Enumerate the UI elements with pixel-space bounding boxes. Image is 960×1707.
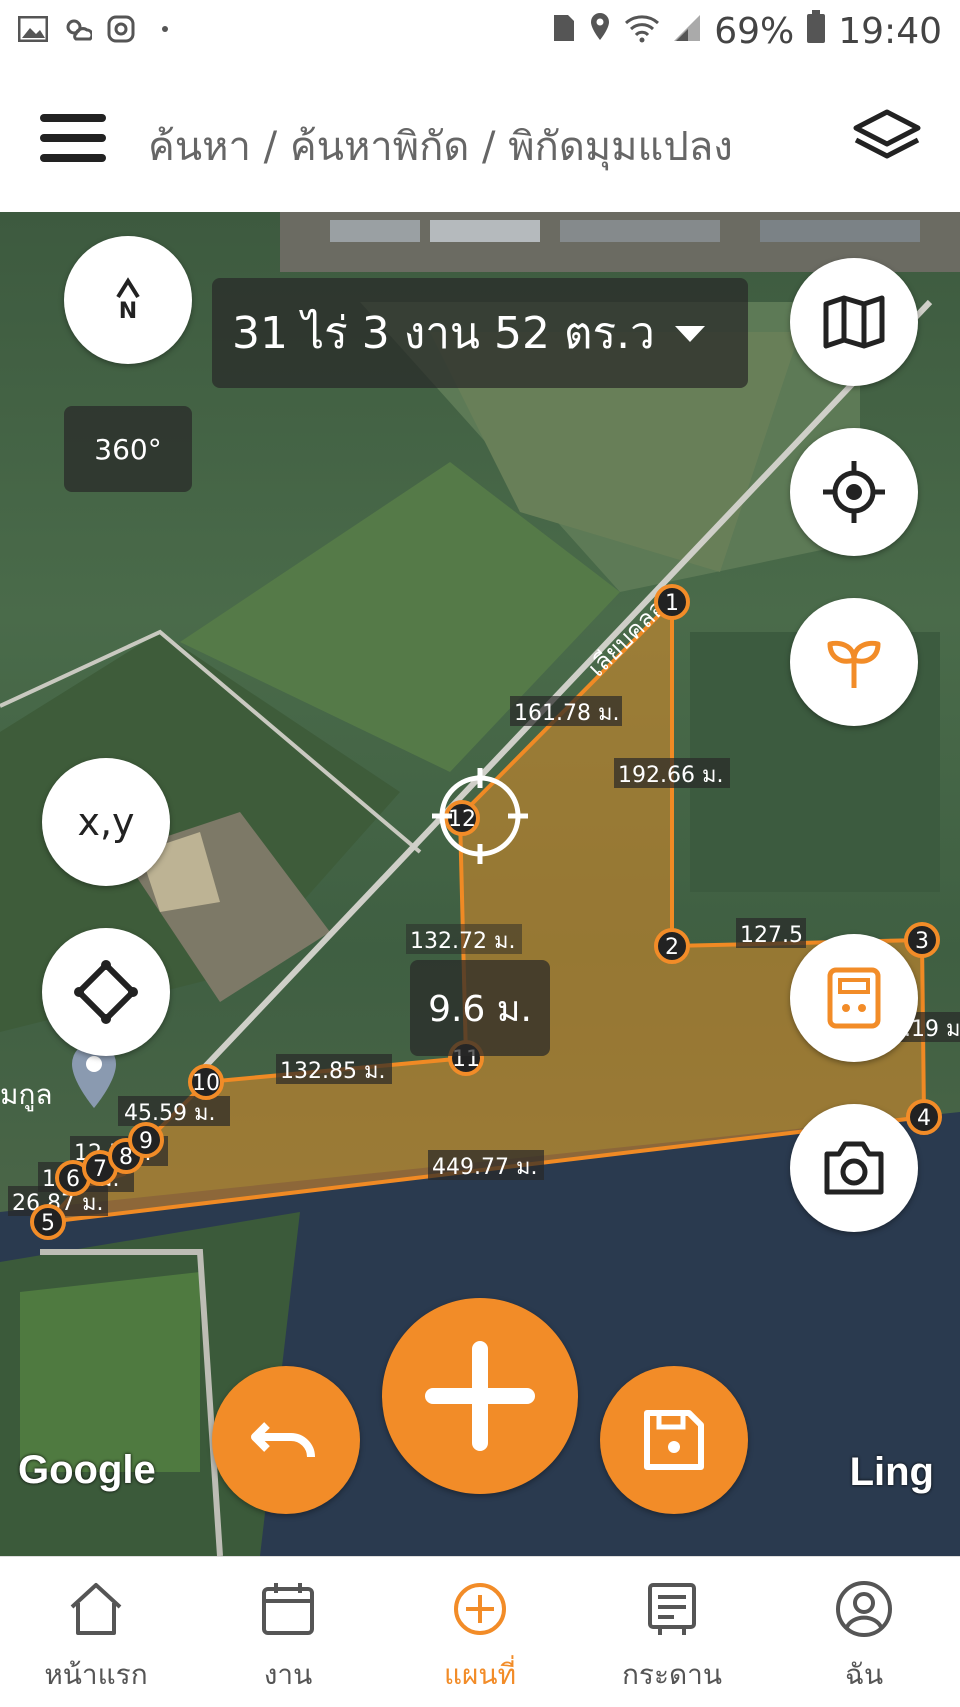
- plus-icon: [425, 1341, 535, 1451]
- vertex-point: 9: [128, 1122, 164, 1158]
- compass-button[interactable]: N: [64, 236, 192, 364]
- map-type-button[interactable]: [790, 258, 918, 386]
- edge-label: 161.78 ม.: [514, 701, 619, 726]
- area-value: 31 ไร่ 3 งาน 52 ตร.ว: [232, 308, 655, 359]
- menu-button[interactable]: [40, 114, 106, 164]
- xy-label: x,y: [77, 800, 135, 844]
- nav-profile[interactable]: ฉัน: [768, 1557, 960, 1707]
- google-logo: Google: [18, 1448, 156, 1492]
- weather-icon: [62, 14, 92, 44]
- user-icon: [836, 1581, 892, 1637]
- sprout-icon: [827, 640, 881, 688]
- instagram-icon: [106, 14, 136, 44]
- svg-text:10: 10: [192, 1071, 220, 1096]
- svg-text:5: 5: [41, 1211, 55, 1236]
- layers-icon: [853, 109, 921, 159]
- gallery-icon: [18, 14, 48, 44]
- vertex-point: 3: [904, 922, 940, 958]
- battery-percent: 69%: [714, 11, 795, 52]
- breadcrumb: ค้นหา / ค้นหาพิกัด / พิกัดมุมแปลง: [148, 124, 733, 170]
- edge-label: 127.5: [740, 923, 803, 948]
- xy-coordinate-button[interactable]: x,y: [42, 758, 170, 886]
- add-circle-icon: [454, 1583, 506, 1635]
- shape-button[interactable]: [42, 928, 170, 1056]
- location-icon: [588, 11, 612, 52]
- edge-label: 192.66 ม.: [618, 763, 723, 788]
- vertex-point: 10: [188, 1064, 224, 1100]
- home-icon: [70, 1583, 122, 1635]
- dot-icon: [150, 14, 180, 44]
- undo-button[interactable]: [212, 1366, 360, 1514]
- plant-button[interactable]: [790, 598, 918, 726]
- svg-text:2: 2: [665, 935, 679, 960]
- vertex-point: 1: [654, 584, 690, 620]
- undo-icon: [251, 1422, 315, 1458]
- camera-button[interactable]: [790, 1104, 918, 1232]
- place-label: มกูล: [0, 1078, 53, 1112]
- map-icon: [823, 295, 885, 349]
- segment-length-box: 9.6 ม.: [410, 960, 550, 1056]
- compass-label: N: [118, 298, 138, 324]
- calendar-icon: [262, 1583, 314, 1635]
- nav-label: กระดาน: [621, 1658, 723, 1691]
- wifi-icon: [624, 11, 660, 52]
- nav-tasks[interactable]: งาน: [192, 1557, 384, 1707]
- svg-text:4: 4: [917, 1106, 931, 1131]
- svg-text:1: 1: [665, 591, 679, 616]
- vertex-point: 2: [654, 928, 690, 964]
- diamond-icon: [74, 960, 138, 1024]
- layers-button[interactable]: [852, 108, 922, 168]
- svg-text:9: 9: [139, 1129, 153, 1154]
- status-bar: 69% 19:40: [0, 0, 960, 70]
- edge-label: 449.77 ม.: [432, 1155, 537, 1180]
- nav-label: หน้าแรก: [44, 1658, 148, 1691]
- nav-label: แผนที่: [443, 1658, 517, 1691]
- gps-target-icon: [823, 461, 885, 523]
- svg-text:3: 3: [915, 929, 929, 954]
- edge-label: 132.72 ม.: [410, 929, 515, 954]
- vertex-point: 4: [906, 1099, 942, 1135]
- add-point-button[interactable]: [382, 1298, 578, 1494]
- nav-map[interactable]: แผนที่: [384, 1557, 576, 1707]
- edge-label: 45.59 ม.: [124, 1101, 215, 1126]
- save-icon: [644, 1410, 704, 1470]
- calculator-icon: [827, 967, 881, 1029]
- camera-icon: [824, 1141, 884, 1195]
- area-dropdown[interactable]: 31 ไร่ 3 งาน 52 ตร.ว: [212, 278, 748, 388]
- vertex-point: 5: [30, 1204, 66, 1240]
- board-icon: [648, 1583, 696, 1635]
- sim-icon: [552, 11, 576, 52]
- calculator-button[interactable]: [790, 934, 918, 1062]
- save-button[interactable]: [600, 1366, 748, 1514]
- bottom-navigation: หน้าแรก งาน แผนที่ กระดาน ฉัน: [0, 1556, 960, 1707]
- nav-board[interactable]: กระดาน: [576, 1557, 768, 1707]
- watermark: Ling: [849, 1450, 934, 1494]
- battery-icon: [806, 10, 826, 53]
- north-arrow-icon: [116, 276, 140, 298]
- map-view[interactable]: เลียบคลอง มกูล 161.78 ม. 192.66 ม. 127.5…: [0, 212, 960, 1556]
- svg-text:7: 7: [93, 1157, 107, 1182]
- signal-icon: [672, 11, 702, 52]
- svg-text:6: 6: [66, 1167, 80, 1192]
- app-header: ค้นหา / ค้นหาพิกัด / พิกัดมุมแปลง: [0, 70, 960, 212]
- clock: 19:40: [838, 11, 942, 52]
- nav-home[interactable]: หน้าแรก: [0, 1557, 192, 1707]
- dropdown-arrow-icon: [674, 326, 705, 342]
- rotate-360-button[interactable]: 360°: [64, 406, 192, 492]
- my-location-button[interactable]: [790, 428, 918, 556]
- svg-text:12: 12: [448, 807, 476, 832]
- edge-label: 132.85 ม.: [280, 1059, 385, 1084]
- nav-label: งาน: [263, 1658, 313, 1691]
- nav-label: ฉัน: [844, 1658, 884, 1691]
